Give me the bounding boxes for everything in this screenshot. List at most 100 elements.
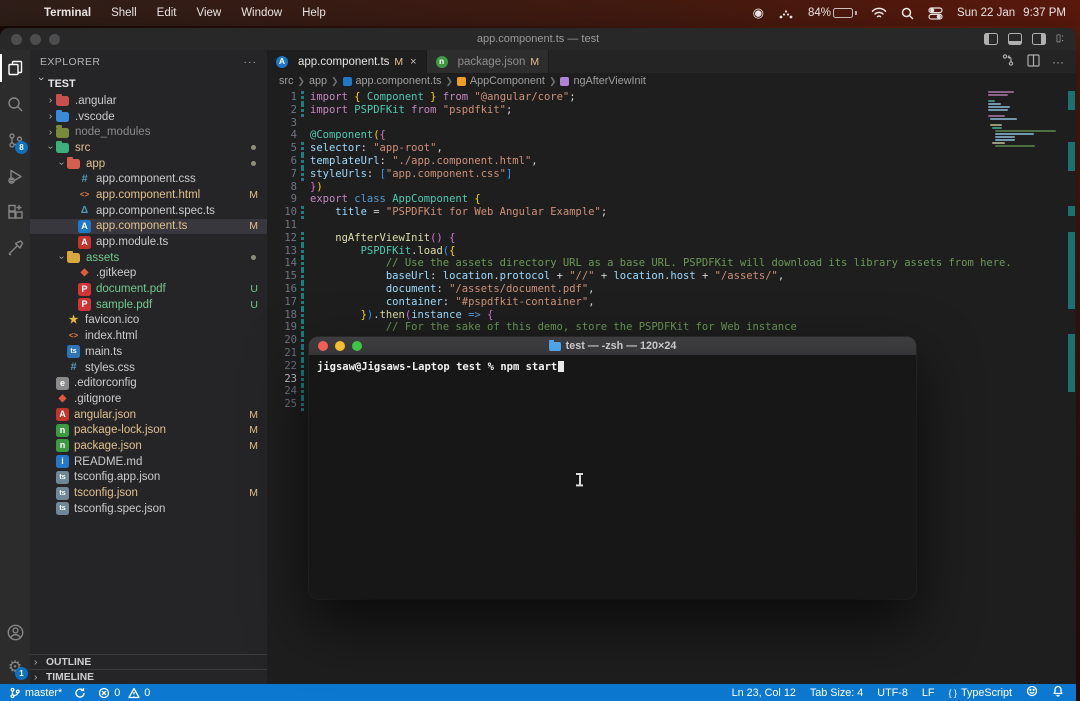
file-tree-item-.editorconfig[interactable]: e.editorconfig [30, 375, 267, 391]
file-icon: i [56, 455, 69, 468]
wifi-icon[interactable] [871, 7, 887, 19]
vscode-title-bar[interactable]: app.component.ts — test ▯: [0, 28, 1076, 50]
search-view-icon[interactable] [0, 86, 30, 122]
file-tree-item-tsconfig.app.json[interactable]: tstsconfig.app.json [30, 470, 267, 486]
terminal-zoom-button[interactable] [352, 341, 362, 351]
tab-package.json[interactable]: npackage.jsonM [427, 50, 550, 73]
customize-layout-icon[interactable]: ▯: [1056, 33, 1064, 45]
feedback-icon[interactable] [1026, 685, 1038, 700]
explorer-icon[interactable] [0, 50, 30, 86]
file-tree-item-index.html[interactable]: <>index.html [30, 328, 267, 344]
menu-item-window[interactable]: Window [231, 7, 292, 19]
file-tree-item-assets[interactable]: ›assets [30, 250, 267, 266]
file-tree-item-sample.pdf[interactable]: Psample.pdfU [30, 297, 267, 313]
breadcrumb-item[interactable]: app [309, 75, 327, 87]
split-editor-icon[interactable] [1027, 54, 1040, 70]
minimap[interactable] [988, 91, 1066, 166]
terminal-minimize-button[interactable] [335, 341, 345, 351]
file-tree-item-tsconfig.json[interactable]: tstsconfig.jsonM [30, 485, 267, 501]
terminal-window[interactable]: test — -zsh — 120×24 jigsaw@Jigsaws-Lapt… [309, 337, 916, 599]
battery-indicator[interactable]: 84% [808, 7, 857, 19]
toggle-panel-icon[interactable] [1008, 33, 1022, 45]
code-line: 10 title = "PSPDFKit for Web Angular Exa… [267, 206, 986, 219]
toggle-secondary-sidebar-icon[interactable] [1032, 33, 1046, 45]
breadcrumb-item[interactable]: AppComponent [470, 75, 545, 87]
outline-section[interactable]: ›OUTLINE [30, 654, 267, 669]
breadcrumb-item[interactable]: ngAfterViewInit [573, 75, 645, 87]
file-tree-item-app.component.css[interactable]: #app.component.css [30, 171, 267, 187]
explorer-more-actions-icon[interactable]: ··· [244, 56, 258, 68]
menu-item-terminal[interactable]: Terminal [34, 7, 101, 19]
git-branch-indicator[interactable]: master* [9, 687, 62, 699]
settings-gear-icon[interactable]: ⚙ 1 [0, 650, 30, 684]
search-icon[interactable] [901, 7, 914, 20]
file-tree-item-.vscode[interactable]: ›.vscode [30, 109, 267, 125]
run-debug-icon[interactable] [0, 158, 30, 194]
file-tree-item-package-lock.json[interactable]: npackage-lock.jsonM [30, 422, 267, 438]
file-tree-item-.angular[interactable]: ›.angular [30, 93, 267, 109]
terminal-title-bar[interactable]: test — -zsh — 120×24 [309, 337, 916, 356]
file-tree-item-angular.json[interactable]: Aangular.jsonM [30, 407, 267, 423]
line-number: 22 [267, 360, 301, 373]
file-tree-item-styles.css[interactable]: #styles.css [30, 360, 267, 376]
menu-item-help[interactable]: Help [292, 7, 336, 19]
file-tree-item-.gitignore[interactable]: ◆.gitignore [30, 391, 267, 407]
file-tree-item-favicon.ico[interactable]: ★favicon.ico [30, 313, 267, 329]
notifications-bell-icon[interactable] [1052, 685, 1064, 700]
git-status-badge: U [250, 283, 258, 295]
close-tab-icon[interactable]: × [410, 56, 416, 68]
toggle-sidebar-icon[interactable] [984, 33, 998, 45]
menu-item-edit[interactable]: Edit [147, 7, 187, 19]
file-tree-item-node_modules[interactable]: ›node_modules [30, 124, 267, 140]
line-number: 4 [267, 129, 301, 142]
file-tree-item-app[interactable]: ›app [30, 156, 267, 172]
file-tree-item-tsconfig.spec.json[interactable]: tstsconfig.spec.json [30, 501, 267, 517]
source-control-icon[interactable]: 8 [0, 122, 30, 158]
open-changes-icon[interactable] [1001, 53, 1015, 70]
file-tree-item-document.pdf[interactable]: Pdocument.pdfU [30, 281, 267, 297]
file-tree-item-app.component.spec.ts[interactable]: Δapp.component.spec.ts [30, 203, 267, 219]
file-name: sample.pdf [96, 299, 152, 311]
editor-more-actions-icon[interactable]: ··· [1052, 55, 1064, 69]
file-tree-item-src[interactable]: ›src [30, 140, 267, 156]
record-icon[interactable]: ◉ [753, 5, 764, 21]
class-symbol-icon [457, 77, 466, 86]
menu-item-shell[interactable]: Shell [101, 7, 147, 19]
file-tree-item-app.component.html[interactable]: <>app.component.htmlM [30, 187, 267, 203]
indentation[interactable]: Tab Size: 4 [810, 687, 863, 699]
stage-manager-icon[interactable] [778, 6, 794, 20]
file-tree-item-package.json[interactable]: npackage.jsonM [30, 438, 267, 454]
terminal-close-button[interactable] [318, 341, 328, 351]
file-tree-item-app.component.ts[interactable]: Aapp.component.tsM [30, 219, 267, 235]
menu-bar-date[interactable]: Sun 22 Jan [957, 7, 1015, 19]
file-tree-item-.gitkeep[interactable]: ◆.gitkeep [30, 266, 267, 282]
gutter-modified-marker [301, 373, 304, 386]
file-tree-item-README.md[interactable]: iREADME.md [30, 454, 267, 470]
file-tree-item-app.module.ts[interactable]: Aapp.module.ts [30, 234, 267, 250]
menu-item-view[interactable]: View [186, 7, 231, 19]
terminal-content[interactable]: jigsaw@Jigsaws-Laptop test % npm start [309, 356, 916, 599]
extensions-icon[interactable] [0, 194, 30, 230]
sync-changes-icon[interactable] [74, 687, 86, 699]
problems-indicator[interactable]: 0 0 [98, 687, 150, 699]
file-tree-item-main.ts[interactable]: tsmain.ts [30, 344, 267, 360]
extension-tool-icon[interactable] [0, 230, 30, 266]
modified-indicator: M [530, 56, 539, 68]
breadcrumbs[interactable]: src❯app❯app.component.ts❯AppComponent❯ng… [267, 73, 1076, 89]
language-mode[interactable]: { } TypeScript [948, 687, 1012, 699]
cursor-position[interactable]: Ln 23, Col 12 [732, 687, 796, 699]
workspace-root-folder[interactable]: › TEST [30, 74, 267, 93]
breadcrumb-item[interactable]: app.component.ts [356, 75, 442, 87]
encoding[interactable]: UTF-8 [877, 687, 908, 699]
tab-app.component.ts[interactable]: Aapp.component.tsM× [267, 50, 427, 73]
breadcrumb-item[interactable]: src [279, 75, 293, 87]
eol-sequence[interactable]: LF [922, 687, 935, 699]
file-name: app.component.spec.ts [96, 205, 215, 217]
control-center-icon[interactable] [928, 7, 943, 20]
file-icon: e [56, 377, 69, 390]
menu-items: TerminalShellEditViewWindowHelp [34, 7, 336, 19]
gutter-modified-marker [301, 91, 304, 104]
accounts-icon[interactable] [0, 614, 30, 650]
file-icon: ts [56, 487, 69, 500]
timeline-section[interactable]: ›TIMELINE [30, 669, 267, 684]
